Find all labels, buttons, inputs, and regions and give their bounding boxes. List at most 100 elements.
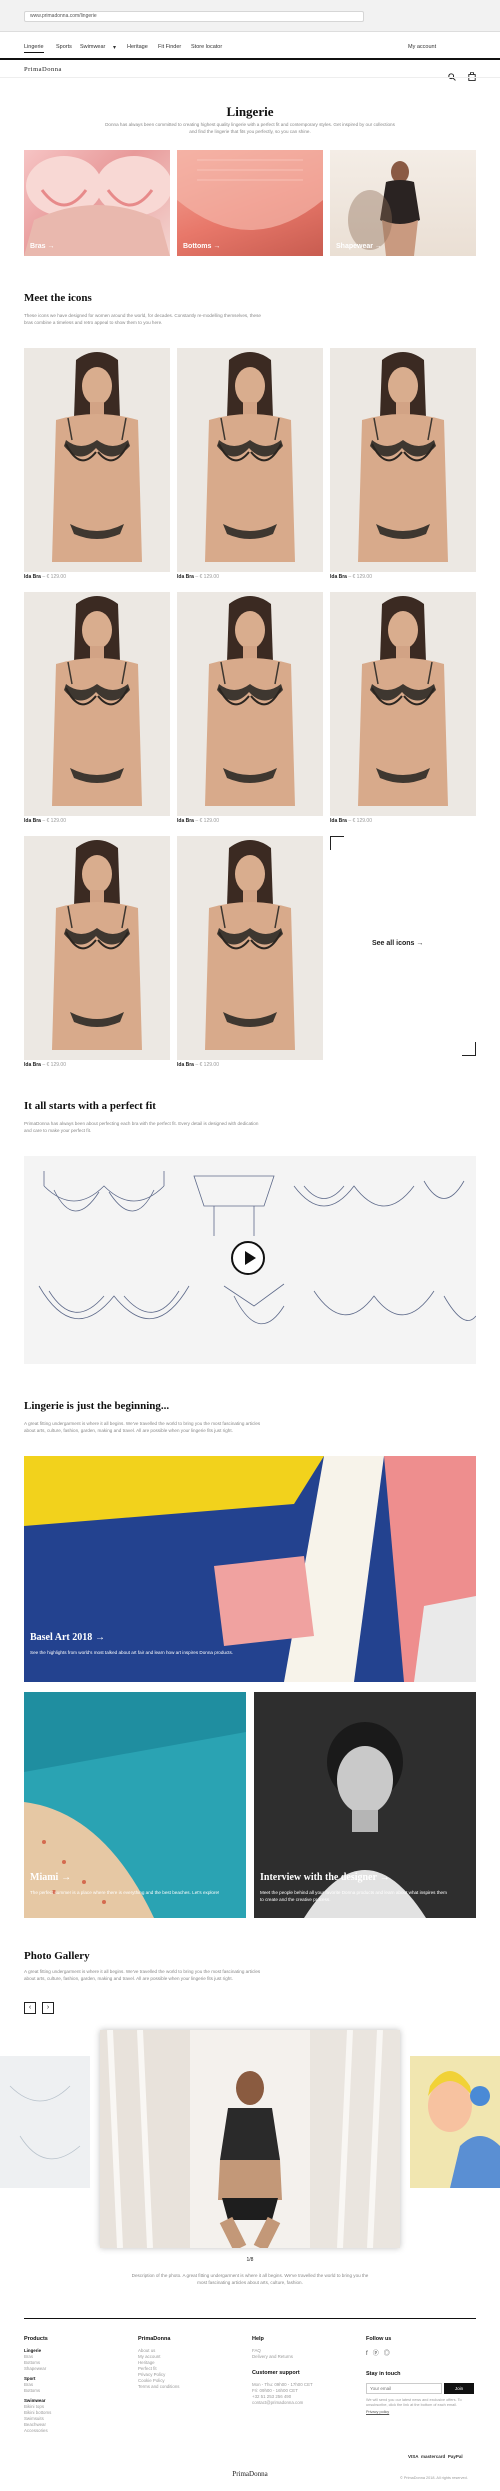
heritage-chevron-icon[interactable]: ▾ xyxy=(113,44,116,51)
product-photo xyxy=(24,836,170,1050)
category-bras[interactable]: Bras → xyxy=(24,150,170,256)
article-card-interview[interactable]: Interview with the designer → Meet the p… xyxy=(254,1692,476,1918)
footer-help-column: Help FAQ Delivery and Returns Customer su… xyxy=(252,2336,352,2406)
category-shapewear-label: Shapewear → xyxy=(336,243,382,250)
arrow-right-icon: → xyxy=(416,940,424,947)
icons-section-intro: These icons we have designed for women a… xyxy=(24,313,261,325)
category-bottoms[interactable]: Bottoms → xyxy=(177,150,323,256)
play-button[interactable] xyxy=(231,1241,265,1275)
category-bras-label: Bras → xyxy=(30,243,55,250)
footer-products-link[interactable]: Shapewear xyxy=(24,2366,51,2372)
footer-divider xyxy=(24,2318,476,2319)
footer-follow-title: Follow us xyxy=(366,2336,392,2342)
product-card[interactable] xyxy=(177,348,323,572)
footer-products-link[interactable]: Bottoms xyxy=(24,2388,51,2394)
fit-section-intro: PrimaDonna has always been about perfect… xyxy=(24,1121,259,1133)
basel-art-title: Basel Art 2018 → xyxy=(30,1632,105,1643)
miami-beach-image xyxy=(24,1692,246,1918)
product-price: – € 129.00 xyxy=(348,818,372,824)
nav-heritage[interactable]: Heritage xyxy=(127,44,148,50)
designer-portrait-image xyxy=(254,1692,476,1918)
gallery-caption: Description of the photo. A great fittin… xyxy=(131,2273,369,2285)
product-name: Ida Bra xyxy=(330,574,347,580)
product-card[interactable] xyxy=(330,348,476,572)
fit-video[interactable] xyxy=(24,1156,476,1364)
arrow-right-icon: → xyxy=(61,1872,72,1883)
product-price: – € 129.00 xyxy=(195,1062,219,1068)
newsletter-email-input[interactable] xyxy=(366,2383,442,2394)
product-name: Ida Bra xyxy=(24,1062,41,1068)
product-photo xyxy=(24,592,170,806)
arrow-right-icon: → xyxy=(379,1872,390,1883)
gallery-next-button[interactable]: › xyxy=(42,2002,54,2014)
category-shapewear[interactable]: Shapewear → xyxy=(330,150,476,256)
footer-primadonna-link[interactable]: Terms and conditions xyxy=(138,2384,180,2390)
brand-logo[interactable]: PrimaDonna xyxy=(24,66,62,73)
paypal-icon: PayPal xyxy=(447,2454,463,2459)
gallery-prev-photo[interactable] xyxy=(0,2056,90,2188)
nav-fit-finder[interactable]: Fit Finder xyxy=(158,44,181,50)
newsletter-join-button[interactable]: Join xyxy=(444,2383,474,2394)
product-price: – € 129.00 xyxy=(195,818,219,824)
miami-text: The perfect summer is a place where ther… xyxy=(30,1890,220,1895)
icons-section-title: Meet the icons xyxy=(24,292,92,304)
product-photo xyxy=(24,348,170,562)
product-label[interactable]: Ida Bra – € 129.00 xyxy=(24,818,66,824)
footer-products-link[interactable]: Accessories xyxy=(24,2428,51,2434)
gallery-section-intro: A great fitting undergarment is where it… xyxy=(24,1969,261,1981)
product-label[interactable]: Ida Bra – € 129.00 xyxy=(24,574,66,580)
gallery-current-photo[interactable] xyxy=(100,2030,400,2248)
product-name: Ida Bra xyxy=(24,818,41,824)
gallery-next-photo[interactable] xyxy=(410,2056,500,2188)
nav-sports[interactable]: Sports xyxy=(56,44,72,50)
product-label[interactable]: Ida Bra – € 129.00 xyxy=(177,818,219,824)
product-name: Ida Bra xyxy=(177,818,194,824)
product-label[interactable]: Ida Bra – € 129.00 xyxy=(330,574,372,580)
corner-bracket-top-left xyxy=(330,836,344,850)
product-card[interactable] xyxy=(177,592,323,816)
product-label[interactable]: Ida Bra – € 129.00 xyxy=(177,574,219,580)
pinterest-icon[interactable]: ⓟ xyxy=(373,2351,379,2357)
chevron-right-icon: › xyxy=(46,2004,50,2011)
nav-store-locator[interactable]: Store locator xyxy=(191,44,222,50)
woman-window-photo xyxy=(100,2030,400,2248)
main-navigation: Lingerie Sports Swimwear ▾ Heritage Fit … xyxy=(0,32,500,81)
product-card[interactable] xyxy=(330,592,476,816)
footer-support-line[interactable]: contact@primadonna.com xyxy=(252,2400,352,2406)
product-price: – € 129.00 xyxy=(42,1062,66,1068)
product-card[interactable] xyxy=(24,348,170,572)
nav-swimwear[interactable]: Swimwear xyxy=(80,44,105,50)
browser-toolbar: www.primadonna.com/lingerie xyxy=(0,0,500,32)
footer-primadonna-column: PrimaDonna About us My account Heritage Per… xyxy=(138,2336,180,2390)
facebook-icon[interactable]: f xyxy=(366,2351,368,2357)
product-price: – € 129.00 xyxy=(42,574,66,580)
product-photo xyxy=(177,836,323,1050)
see-all-icons-tile[interactable]: See all icons → xyxy=(330,836,476,1056)
instagram-icon[interactable]: ◎ xyxy=(384,2351,390,2357)
product-name: Ida Bra xyxy=(24,574,41,580)
product-label[interactable]: Ida Bra – € 129.00 xyxy=(177,1062,219,1068)
product-label[interactable]: Ida Bra – € 129.00 xyxy=(330,818,372,824)
gallery-prev-button[interactable]: ‹ xyxy=(24,2002,36,2014)
footer-help-link[interactable]: Delivery and Returns xyxy=(252,2354,352,2360)
product-card[interactable] xyxy=(24,592,170,816)
miami-title: Miami → xyxy=(30,1872,72,1883)
product-name: Ida Bra xyxy=(177,574,194,580)
corner-bracket-bottom-right xyxy=(462,1042,476,1056)
article-card-miami[interactable]: Miami → The perfect summer is a place wh… xyxy=(24,1692,246,1918)
feature-article-basel[interactable]: Basel Art 2018 → See the highlights from… xyxy=(24,1456,476,1682)
product-card[interactable] xyxy=(24,836,170,1060)
see-all-icons-link[interactable]: See all icons → xyxy=(372,940,423,947)
nav-lingerie[interactable]: Lingerie xyxy=(24,44,44,53)
lingerie-intro: Donna has always been committed to creat… xyxy=(105,122,395,134)
newsletter-privacy-link[interactable]: Privacy policy xyxy=(366,2410,476,2414)
product-label[interactable]: Ida Bra – € 129.00 xyxy=(24,1062,66,1068)
beginning-section-title: Lingerie is just the beginning... xyxy=(24,1400,170,1412)
basel-art-text: See the highlights from world's most tal… xyxy=(30,1650,234,1655)
footer-follow-column: Follow us f ⓟ ◎ Stay in touch Join We wi… xyxy=(366,2336,476,2414)
basel-art-image xyxy=(24,1456,476,1682)
product-card[interactable] xyxy=(177,836,323,1060)
my-account-link[interactable]: My account xyxy=(408,44,436,50)
address-bar[interactable]: www.primadonna.com/lingerie xyxy=(24,11,364,22)
payment-methods: VISA mastercard PayPal xyxy=(408,2454,463,2459)
